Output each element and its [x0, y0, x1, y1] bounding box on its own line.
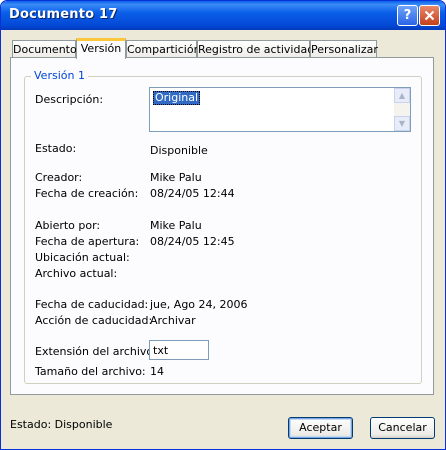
tab-personalizar[interactable]: Personalizar	[310, 40, 378, 58]
cancel-button[interactable]: Cancelar	[370, 417, 435, 439]
opened-date-label: Fecha de apertura:	[35, 235, 140, 248]
scroll-up-arrow-icon: ▲	[398, 91, 406, 100]
created-date-label: Fecha de creación:	[35, 187, 139, 200]
description-label: Descripción:	[35, 93, 104, 106]
description-scrollbar[interactable]: ▲ ▼	[394, 88, 410, 131]
scroll-down-button[interactable]: ▼	[394, 116, 410, 131]
tab-registro-actividad[interactable]: Registro de actividad	[197, 40, 314, 58]
current-location-label: Ubicación actual:	[35, 251, 130, 264]
window-title: Documento 17	[9, 7, 118, 22]
scroll-up-button[interactable]: ▲	[394, 88, 410, 103]
state-label: Estado:	[35, 142, 77, 155]
expiry-action-value: Archivar	[150, 314, 196, 327]
version-group: Versión 1 Descripción: Original ▲ ▼ Esta…	[24, 69, 422, 384]
file-extension-input[interactable]	[149, 340, 209, 360]
description-field[interactable]: Original ▲ ▼	[149, 87, 411, 132]
tab-strip: Documento Versión Compartición Registro …	[0, 38, 446, 59]
file-size-label: Tamaño del archivo:	[35, 365, 146, 378]
creator-value: Mike Palu	[150, 171, 202, 184]
state-value: Disponible	[150, 144, 208, 157]
created-date-value: 08/24/05 12:44	[150, 187, 235, 200]
expiry-date-value: jue, Ago 24, 2006	[150, 298, 248, 311]
help-icon: ?	[403, 8, 412, 23]
ok-button[interactable]: Aceptar	[288, 417, 353, 439]
help-button[interactable]: ?	[397, 5, 418, 26]
close-button[interactable]	[419, 5, 440, 26]
expiry-date-label: Fecha de caducidad:	[35, 298, 149, 311]
expiry-action-label: Acción de caducidad:	[35, 314, 153, 327]
opened-date-value: 08/24/05 12:45	[150, 235, 235, 248]
tab-documento[interactable]: Documento	[12, 40, 77, 58]
title-bar[interactable]: Documento 17 ?	[1, 1, 445, 30]
tab-version[interactable]: Versión	[76, 38, 126, 59]
tab-comparticion[interactable]: Compartición	[126, 40, 201, 58]
status-text: Estado: Disponible	[10, 418, 113, 431]
tab-panel-version: Versión 1 Descripción: Original ▲ ▼ Esta…	[10, 57, 434, 395]
description-value: Original	[153, 91, 201, 105]
close-icon	[424, 10, 435, 21]
opened-by-label: Abierto por:	[35, 219, 101, 232]
creator-label: Creador:	[35, 171, 83, 184]
version-group-title: Versión 1	[31, 69, 88, 82]
file-size-value: 14	[150, 365, 164, 378]
file-extension-label: Extensión del archivo:	[35, 345, 157, 358]
scroll-down-arrow-icon: ▼	[398, 119, 406, 128]
current-file-label: Archivo actual:	[35, 267, 118, 280]
opened-by-value: Mike Palu	[150, 219, 202, 232]
